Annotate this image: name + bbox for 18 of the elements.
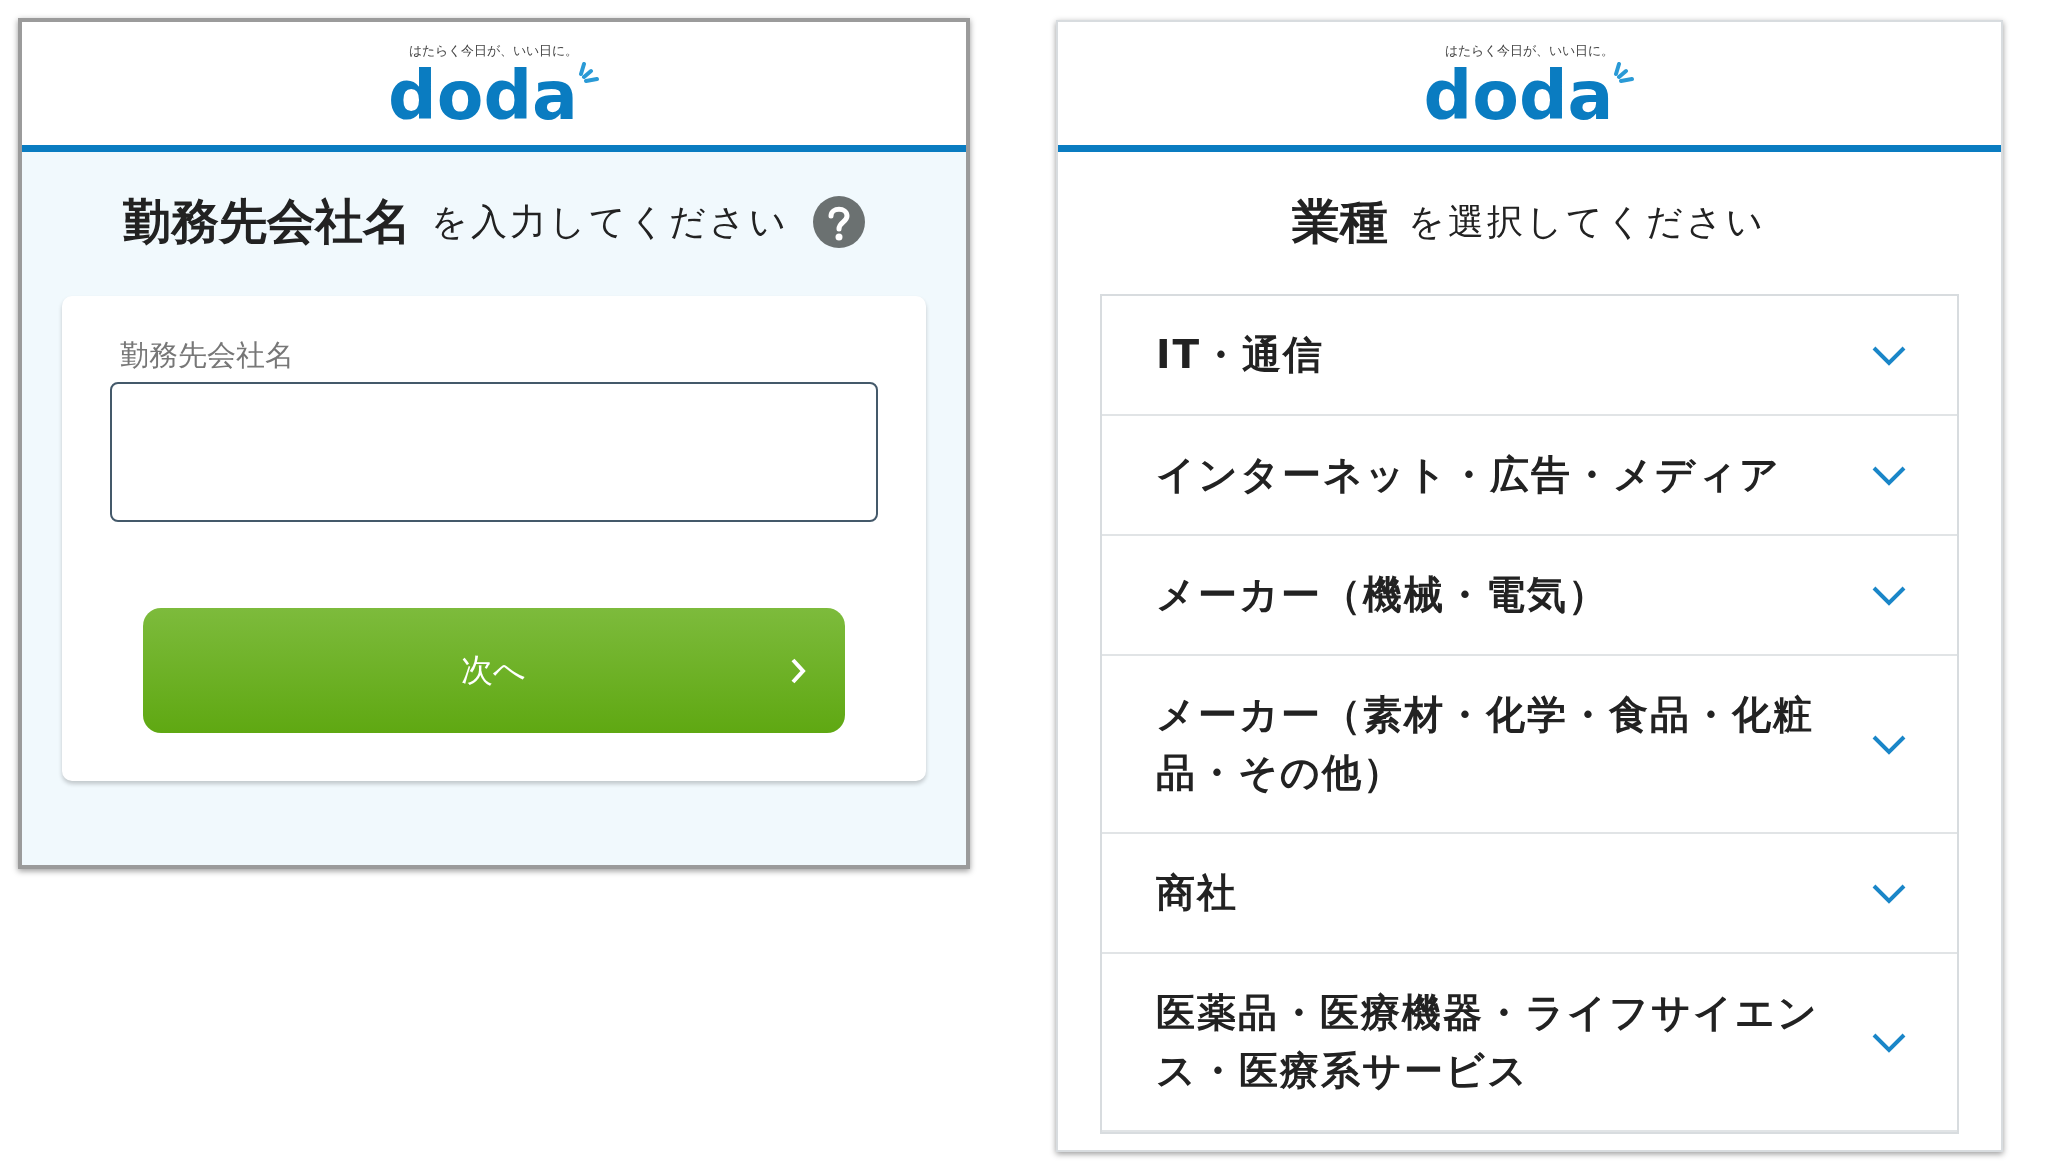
tagline: はたらく今日が、いい日に。 — [409, 42, 579, 60]
industry-item[interactable]: インターネット・広告・メディア — [1102, 416, 1957, 536]
chevron-icon — [789, 657, 807, 685]
industry-item[interactable]: メーカー（素材・化学・食品・化粧品・その他） — [1102, 656, 1957, 834]
industry-item[interactable]: 医薬品・医療機器・ライフサイエンス・医療系サービス — [1102, 954, 1957, 1132]
tagline: はたらく今日が、いい日に。 — [1445, 42, 1614, 60]
industry-item[interactable]: 商社 — [1102, 834, 1957, 954]
industry-item[interactable]: IT・通信 — [1102, 296, 1957, 416]
field-label: 勤務先会社名 — [120, 337, 295, 374]
heading-title: 業種 — [1292, 192, 1389, 251]
heading-text: を入力してください — [431, 199, 789, 244]
heading-text: を選択してください — [1408, 199, 1767, 244]
industry-item[interactable]: メーカー（機械・電気） — [1102, 536, 1957, 656]
heading-title: 勤務先会社名 — [123, 192, 411, 251]
input-field[interactable] — [110, 382, 878, 522]
logo-text: doda — [388, 60, 578, 132]
logo-text: doda — [1423, 60, 1614, 132]
help-icon[interactable] — [813, 196, 865, 248]
